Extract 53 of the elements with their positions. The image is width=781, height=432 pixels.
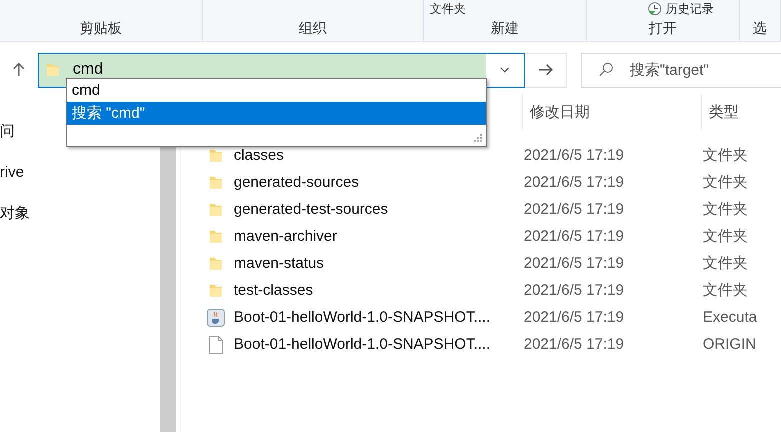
java-coffee-icon [206, 308, 224, 326]
search-icon [598, 62, 614, 78]
file-type: 文件夹 [703, 146, 748, 165]
ribbon-command[interactable]: 历史记录 [666, 0, 714, 18]
folder-icon [208, 228, 224, 244]
column-header[interactable]: 修改日期 [530, 102, 590, 122]
search-field[interactable]: 搜索"target" [581, 52, 781, 88]
ribbon-group-label: 新建 [491, 20, 519, 38]
folder-icon [208, 202, 224, 218]
file-type: 文件夹 [703, 227, 748, 246]
nav-item[interactable]: 对象 [0, 202, 160, 226]
file-name[interactable]: classes [228, 147, 524, 164]
file-type: Executa [703, 309, 758, 326]
suggestion-item[interactable]: 搜索 "cmd" [67, 102, 486, 125]
chevron-down-icon[interactable] [500, 67, 510, 73]
folder-icon [208, 174, 224, 190]
folder-icon [45, 62, 61, 78]
file-name[interactable]: generated-sources [228, 174, 524, 191]
ribbon-group-label: 打开 [649, 20, 677, 38]
right-arrow-icon[interactable] [538, 64, 554, 76]
folder-icon [208, 282, 224, 298]
ribbon-group-label: 剪贴板 [80, 20, 122, 38]
file-date: 2021/6/5 17:19 [524, 147, 626, 164]
file-date: 2021/6/5 17:19 [524, 336, 626, 353]
nav-item[interactable]: rive [0, 161, 160, 185]
file-type: 文件夹 [703, 281, 748, 300]
search-placeholder: 搜索"target" [630, 60, 710, 80]
address-text: cmd [73, 61, 104, 79]
file-name[interactable]: Boot-01-helloWorld-1.0-SNAPSHOT.... [228, 336, 524, 353]
file-type: ORIGIN [703, 336, 756, 353]
file-type: 文件夹 [703, 173, 748, 192]
file-date: 2021/6/5 17:19 [524, 228, 626, 245]
up-arrow-icon[interactable] [13, 63, 25, 77]
file-name[interactable]: test-classes [228, 282, 524, 299]
ribbon-group-label: 选 [753, 20, 767, 38]
ribbon-command[interactable]: 文件夹 [430, 0, 466, 18]
document-icon [208, 336, 222, 354]
ribbon-group-label: 组织 [299, 20, 327, 38]
file-name[interactable]: generated-test-sources [228, 201, 524, 218]
folder-icon [208, 148, 224, 164]
file-date: 2021/6/5 17:19 [524, 201, 626, 218]
file-name[interactable]: maven-status [228, 255, 524, 272]
file-date: 2021/6/5 17:19 [524, 309, 626, 326]
folder-icon [208, 256, 224, 272]
column-header[interactable]: 类型 [709, 102, 739, 122]
file-date: 2021/6/5 17:19 [524, 282, 626, 299]
file-name[interactable]: maven-archiver [228, 228, 524, 245]
file-type: 文件夹 [703, 200, 748, 219]
file-type: 文件夹 [703, 254, 748, 273]
file-date: 2021/6/5 17:19 [524, 174, 626, 191]
resize-grip-icon[interactable] [473, 133, 483, 143]
file-name[interactable]: Boot-01-helloWorld-1.0-SNAPSHOT.... [228, 309, 524, 326]
file-date: 2021/6/5 17:19 [524, 255, 626, 272]
